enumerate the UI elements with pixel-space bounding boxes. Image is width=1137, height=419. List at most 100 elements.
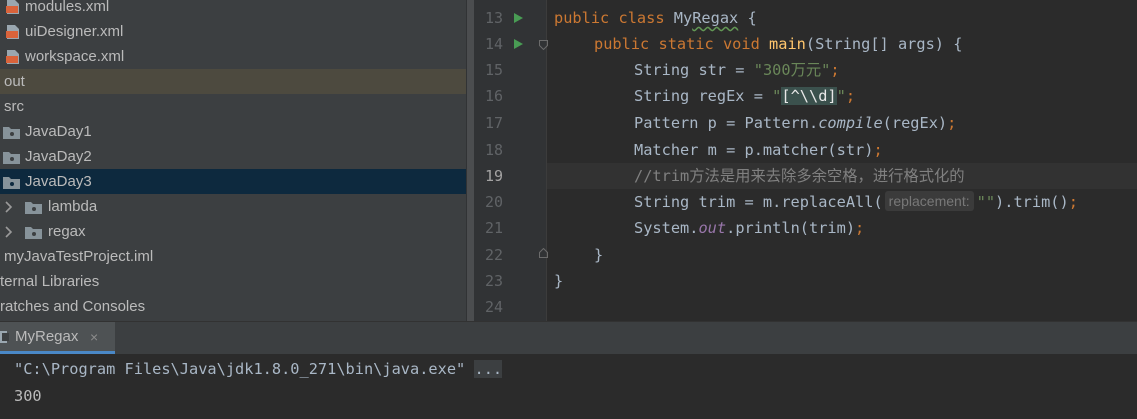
string-literal: ""	[976, 193, 996, 211]
package-folder-icon	[3, 127, 20, 139]
tree-item-label: ratches and Consoles	[0, 298, 146, 315]
xml-file-icon	[6, 25, 19, 39]
code-line-20[interactable]: String trim = m.replaceAll(replacement: "…	[634, 189, 1078, 215]
package-folder-icon	[25, 227, 42, 239]
line-number: 17	[484, 114, 503, 132]
run-tool-window: MyRegax × "C:\Program Files\Java\jdk1.8.…	[0, 321, 1137, 419]
tree-item-out[interactable]: out	[0, 69, 466, 94]
tree-item-lambda[interactable]: lambda	[0, 194, 466, 219]
keyword: public	[554, 9, 610, 27]
tree-item-label: JavaDay1	[25, 123, 92, 140]
tree-scrollbar[interactable]	[466, 0, 475, 321]
code-line-18[interactable]: Matcher m = p.matcher(str);	[634, 137, 883, 163]
code-line-16[interactable]: String regEx = "[^\\d]";	[634, 83, 855, 109]
line-number: 15	[484, 61, 503, 79]
chevron-right-icon[interactable]	[4, 201, 14, 213]
scrollbar-thumb[interactable]	[467, 0, 474, 321]
tree-item-label: modules.xml	[25, 0, 110, 15]
line-number: 24	[484, 298, 503, 316]
class-name: MyRegax	[673, 9, 739, 27]
line-number: 21	[484, 219, 503, 237]
console-output: 300	[14, 387, 42, 405]
keyword: void	[722, 35, 760, 53]
package-folder-icon	[3, 152, 20, 164]
tree-item-label: myJavaTestProject.iml	[4, 248, 154, 265]
expand-command-ellipsis[interactable]: ...	[474, 360, 503, 378]
code-line-23[interactable]: }	[554, 268, 563, 294]
fold-marker-icon[interactable]	[539, 248, 548, 258]
line-number: 13	[484, 9, 503, 27]
tree-item-label: uiDesigner.xml	[25, 23, 124, 40]
tree-item-external-libraries[interactable]: ternal Libraries	[0, 269, 466, 294]
tree-item-label: lambda	[48, 198, 98, 215]
static-field: out	[698, 219, 727, 237]
package-folder-icon	[3, 177, 20, 189]
tree-item-javaday1[interactable]: JavaDay1	[0, 119, 466, 144]
run-class-icon[interactable]	[514, 13, 523, 23]
fold-marker-icon[interactable]	[539, 40, 548, 50]
keyword: class	[618, 9, 665, 27]
typo-word: Regax	[692, 9, 739, 27]
tree-item-label: ternal Libraries	[0, 273, 100, 290]
run-config-icon	[0, 331, 9, 343]
semicolon: ;	[845, 87, 856, 105]
project-tree-panel: modules.xml uiDesigner.xml workspace.xml…	[0, 0, 466, 321]
package-folder-icon	[25, 202, 42, 214]
code-line-21[interactable]: System.out.println(trim);	[634, 215, 864, 241]
code-text: (regEx)	[882, 114, 948, 132]
code-text: {	[738, 9, 757, 27]
tree-item-label: regax	[48, 223, 86, 240]
regex-literal: [^\\d]	[781, 87, 837, 105]
code-line-19[interactable]: //trim方法是用来去除多余空格，进行格式化的	[634, 163, 965, 189]
line-number-current: 19	[484, 167, 503, 185]
semicolon: ;	[855, 219, 865, 237]
tree-item-workspace-xml[interactable]: workspace.xml	[0, 44, 466, 69]
code-line-15[interactable]: String str = "300万元";	[634, 57, 840, 83]
keyword: static	[658, 35, 714, 53]
line-number: 23	[484, 272, 503, 290]
run-main-icon[interactable]	[514, 39, 523, 49]
code-text: .println(trim)	[726, 219, 856, 237]
tree-item-label: src	[4, 98, 24, 115]
semicolon: ;	[947, 114, 957, 132]
tree-item-iml[interactable]: myJavaTestProject.iml	[0, 244, 466, 269]
console-command: "C:\Program Files\Java\jdk1.8.0_271\bin\…	[14, 360, 475, 378]
code-line-17[interactable]: Pattern p = Pattern.compile(regEx);	[634, 110, 956, 136]
code-line-22[interactable]: }	[594, 242, 603, 268]
line-number: 20	[484, 193, 503, 211]
tree-item-label: workspace.xml	[25, 48, 125, 65]
semicolon: ;	[873, 141, 883, 159]
code-text: String trim = m.replaceAll(	[634, 193, 883, 211]
code-text: System.	[634, 219, 699, 237]
tree-item-src[interactable]: src	[0, 94, 466, 119]
closing-brace: }	[594, 246, 604, 264]
tree-item-modules-xml[interactable]: modules.xml	[0, 0, 466, 19]
run-tab-bar: MyRegax ×	[0, 322, 1137, 354]
code-text: ).trim()	[995, 193, 1069, 211]
code-text: (String[] args) {	[805, 35, 963, 53]
tree-item-regax[interactable]: regax	[0, 219, 466, 244]
code-line-14[interactable]: public static void main(String[] args) {	[594, 31, 962, 57]
tab-myregax[interactable]: MyRegax ×	[0, 322, 115, 354]
close-icon[interactable]: ×	[90, 322, 98, 352]
tree-item-uidesigner-xml[interactable]: uiDesigner.xml	[0, 19, 466, 44]
closing-brace: }	[554, 272, 564, 290]
code-text: Matcher m = p.matcher(str)	[634, 141, 874, 159]
run-tab-label: MyRegax	[15, 328, 79, 345]
code-line-13[interactable]: public class MyRegax {	[554, 5, 757, 31]
chevron-right-icon[interactable]	[4, 226, 14, 238]
string-literal: "300万元"	[753, 61, 831, 79]
code-comment: //trim方法是用来去除多余空格，进行格式化的	[634, 167, 965, 185]
static-method: compile	[818, 114, 883, 132]
tree-item-label: JavaDay3	[25, 173, 92, 190]
tree-item-javaday2[interactable]: JavaDay2	[0, 144, 466, 169]
console-command-line: "C:\Program Files\Java\jdk1.8.0_271\bin\…	[14, 357, 503, 381]
tree-item-javaday3[interactable]: JavaDay3	[0, 169, 466, 194]
string-quote: "	[836, 87, 846, 105]
line-number: 18	[484, 141, 503, 159]
tree-item-label: out	[4, 73, 25, 90]
tree-item-scratches[interactable]: ratches and Consoles	[0, 294, 466, 319]
active-tab-indicator	[0, 351, 115, 354]
xml-file-icon	[6, 50, 19, 64]
xml-file-icon	[6, 0, 19, 14]
